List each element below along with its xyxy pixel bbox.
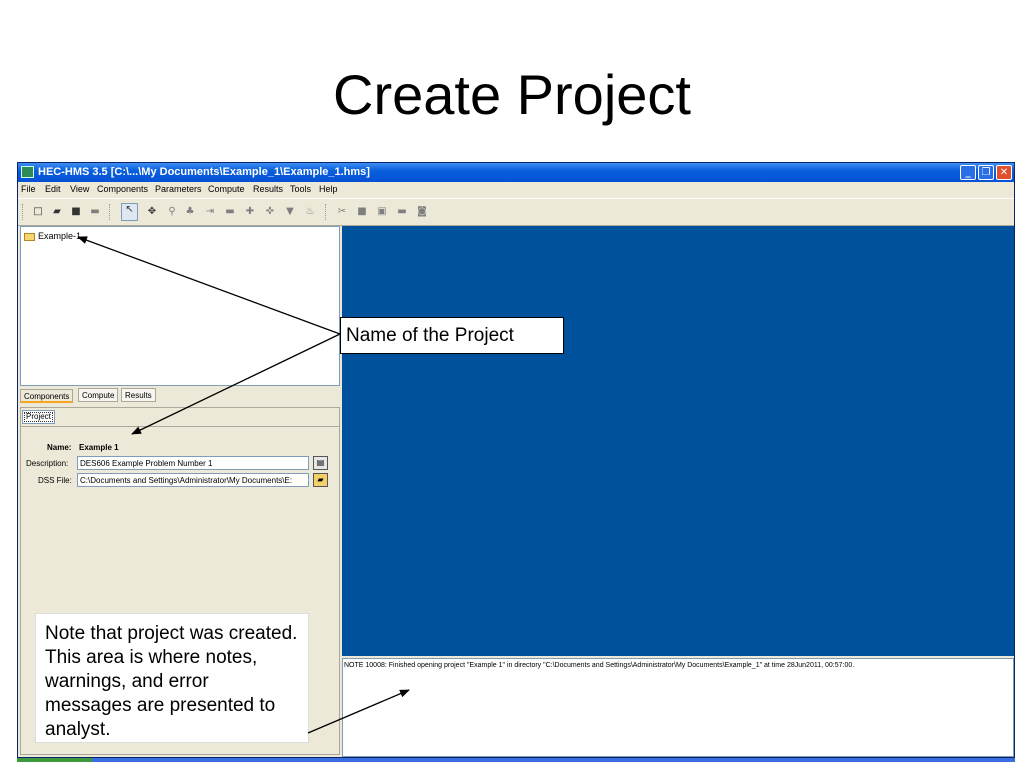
folder-icon — [24, 232, 35, 241]
minimize-button[interactable]: _ — [960, 165, 976, 180]
open-icon[interactable]: ▰ — [51, 206, 63, 218]
window-titlebar[interactable]: HEC-HMS 3.5 [C:\...\My Documents\Example… — [18, 163, 1014, 182]
description-field[interactable]: DES606 Example Problem Number 1 — [77, 456, 309, 470]
message-log[interactable]: NOTE 10008: Finished opening project "Ex… — [342, 658, 1014, 757]
callout-message-note: Note that project was created. This area… — [35, 613, 309, 743]
results-table-icon[interactable]: ▬ — [396, 206, 408, 218]
start-button[interactable] — [17, 758, 92, 762]
callout-project-name: Name of the Project — [340, 317, 564, 354]
window-title: HEC-HMS 3.5 [C:\...\My Documents\Example… — [38, 166, 370, 178]
hec-hms-app-icon — [21, 166, 34, 178]
menu-bar: File Edit View Components Parameters Com… — [18, 182, 1014, 197]
new-icon[interactable]: □ — [32, 206, 44, 218]
menu-tools[interactable]: Tools — [290, 184, 311, 194]
results-graph-icon[interactable]: ■ — [356, 206, 368, 218]
taskbar — [17, 758, 1015, 762]
message-line: NOTE 10008: Finished opening project "Ex… — [344, 662, 855, 669]
toolbar: □ ▰ ■ ▬ ↖ ✥ ⚲ ♣ ⇥ ▬ ✚ ✜ ▼ ♨ ✂ ■ ▣ ▬ ◙ — [18, 198, 1014, 226]
tab-project[interactable]: Project — [22, 410, 55, 424]
maximize-button[interactable]: ❐ — [978, 165, 994, 180]
print-icon[interactable]: ▬ — [89, 206, 101, 218]
reservoir-icon[interactable]: ▬ — [224, 206, 236, 218]
sink-icon[interactable]: ♨ — [304, 206, 316, 218]
junction-icon[interactable]: ✚ — [244, 206, 256, 218]
description-edit-icon[interactable]: ▤ — [313, 456, 328, 470]
subbasin-icon[interactable]: ♣ — [184, 206, 196, 218]
arrow-select-icon[interactable]: ↖ — [121, 203, 138, 221]
description-label: Description: — [26, 459, 69, 468]
results-summary-icon[interactable]: ▣ — [376, 206, 388, 218]
toolbar-separator — [22, 204, 23, 220]
toolbar-separator — [109, 204, 110, 220]
explorer-tabs: Components Compute Results — [20, 387, 340, 405]
menu-edit[interactable]: Edit — [45, 184, 61, 194]
dss-file-field[interactable]: C:\Documents and Settings\Administrator\… — [77, 473, 309, 487]
name-value: Example 1 — [79, 443, 119, 452]
source-icon[interactable]: ▼ — [284, 206, 296, 218]
menu-help[interactable]: Help — [319, 184, 338, 194]
compute-icon[interactable]: ✂ — [336, 206, 348, 218]
menu-compute[interactable]: Compute — [208, 184, 245, 194]
slide: Create Project HEC-HMS 3.5 [C:\...\My Do… — [0, 0, 1024, 768]
message-icon[interactable]: ◙ — [416, 206, 428, 218]
menu-components[interactable]: Components — [97, 184, 148, 194]
tab-compute[interactable]: Compute — [78, 388, 119, 402]
watershed-explorer-tree: Example-1 — [20, 226, 340, 386]
tree-item-label: Example-1 — [38, 231, 82, 241]
browse-folder-icon[interactable]: ▰ — [313, 473, 328, 487]
close-button[interactable]: ✕ — [996, 165, 1012, 180]
menu-parameters[interactable]: Parameters — [155, 184, 202, 194]
reach-icon[interactable]: ⇥ — [204, 206, 216, 218]
save-icon[interactable]: ■ — [70, 206, 82, 218]
tab-components[interactable]: Components — [20, 389, 74, 403]
menu-view[interactable]: View — [70, 184, 89, 194]
toolbar-separator — [325, 204, 326, 220]
pan-icon[interactable]: ✥ — [146, 206, 158, 218]
menu-results[interactable]: Results — [253, 184, 283, 194]
menu-file[interactable]: File — [21, 184, 36, 194]
zoom-icon[interactable]: ⚲ — [166, 206, 178, 218]
basin-map-canvas[interactable] — [342, 226, 1014, 656]
slide-title: Create Project — [333, 63, 691, 126]
name-label: Name: — [47, 443, 72, 452]
tab-results[interactable]: Results — [121, 388, 156, 402]
tree-item-project[interactable]: Example-1 — [24, 231, 81, 241]
dss-file-label: DSS File: — [38, 476, 72, 485]
diversion-icon[interactable]: ✜ — [264, 206, 276, 218]
